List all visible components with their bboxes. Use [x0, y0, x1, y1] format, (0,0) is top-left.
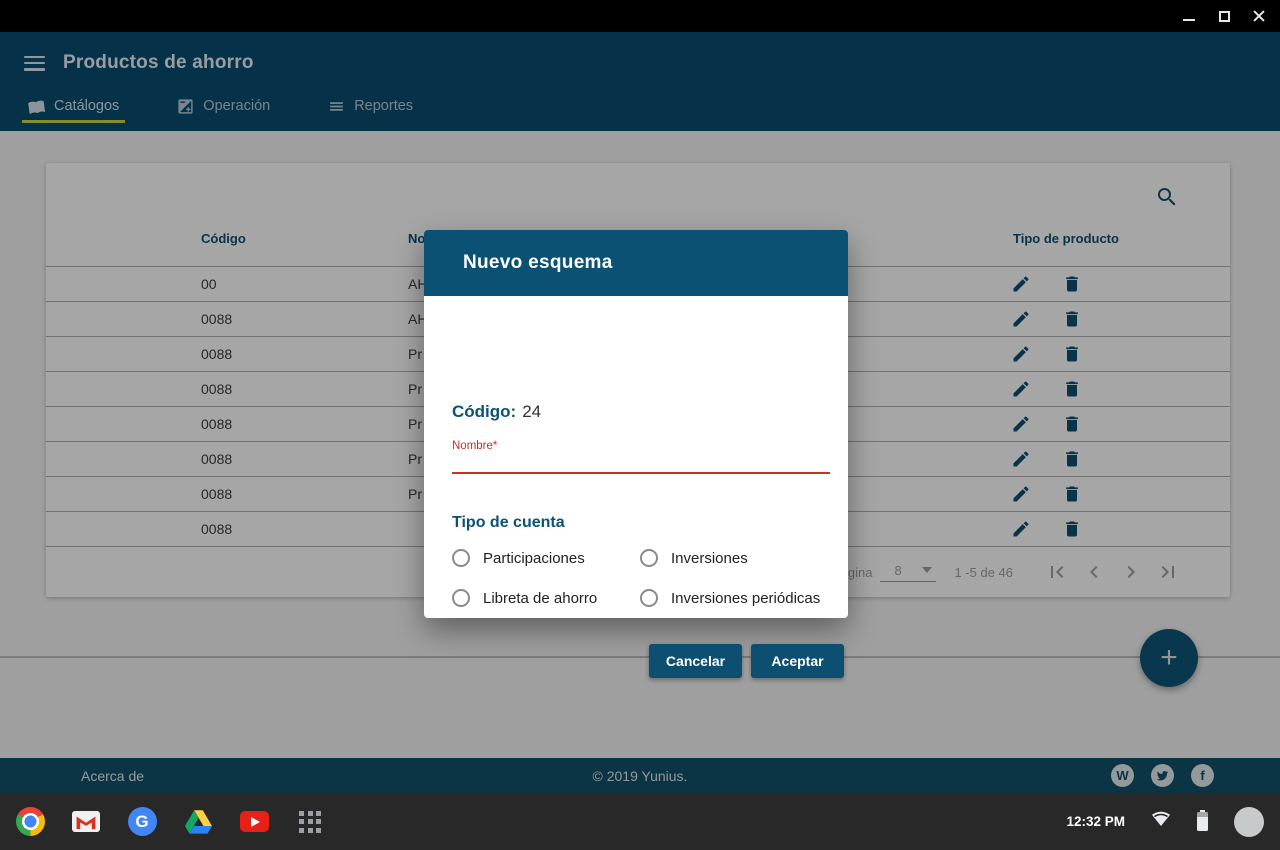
radio-libreta-de-ahorro[interactable]: Libreta de ahorro	[452, 589, 640, 607]
tipo-de-cuenta-heading: Tipo de cuenta	[452, 514, 565, 532]
radio-participaciones[interactable]: Participaciones	[452, 549, 640, 567]
dialog-header: Nuevo esquema	[424, 230, 848, 296]
close-button[interactable]	[1252, 9, 1266, 23]
maximize-button[interactable]	[1217, 9, 1231, 23]
status-area[interactable]: 12:32 PM	[1066, 793, 1264, 850]
window-titlebar	[0, 0, 1280, 32]
web-page: Productos de ahorro Catálogos Operación …	[0, 32, 1280, 793]
launcher-grid-icon[interactable]	[295, 807, 325, 837]
codigo-value: 24	[522, 402, 541, 421]
radio-icon	[640, 549, 658, 567]
close-icon	[1253, 10, 1265, 22]
minimize-icon	[1183, 19, 1195, 21]
taskbar-shelf: G 12:32 PM	[0, 793, 1280, 850]
nuevo-esquema-dialog: Nuevo esquema Código:24 Nombre* Tipo de …	[424, 230, 848, 618]
radio-inversiones-periodicas[interactable]: Inversiones periódicas	[640, 589, 828, 607]
radio-icon	[452, 589, 470, 607]
clock: 12:32 PM	[1066, 814, 1125, 829]
wifi-icon	[1151, 811, 1171, 833]
radio-icon	[452, 549, 470, 567]
screen: Productos de ahorro Catálogos Operación …	[0, 0, 1280, 850]
nombre-input[interactable]	[452, 448, 830, 474]
youtube-icon[interactable]	[239, 807, 269, 837]
radio-icon	[640, 589, 658, 607]
battery-icon	[1197, 812, 1208, 831]
account-circle-icon[interactable]	[1234, 807, 1264, 837]
maximize-icon	[1219, 11, 1230, 22]
dialog-title: Nuevo esquema	[463, 252, 613, 274]
minimize-button[interactable]	[1182, 9, 1196, 23]
radio-inversiones[interactable]: Inversiones	[640, 549, 828, 567]
google-icon[interactable]: G	[127, 807, 157, 837]
cancel-button[interactable]: Cancelar	[649, 644, 742, 678]
chrome-icon[interactable]	[15, 807, 45, 837]
accept-button[interactable]: Aceptar	[751, 644, 844, 678]
drive-icon[interactable]	[183, 807, 213, 837]
gmail-icon[interactable]	[71, 807, 101, 837]
codigo-label: Código:	[452, 402, 516, 421]
